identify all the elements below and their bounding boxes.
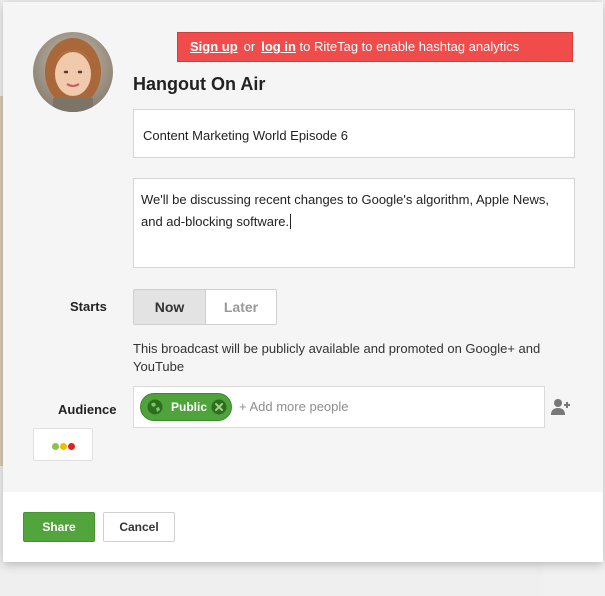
globe-icon	[147, 399, 163, 415]
description-textarea[interactable]: We'll be discussing recent changes to Go…	[133, 178, 575, 268]
add-more-people[interactable]: + Add more people	[239, 387, 349, 427]
text-caret	[290, 214, 292, 229]
description-value: We'll be discussing recent changes to Go…	[141, 192, 549, 229]
dot-red	[68, 443, 75, 450]
event-name-value: Content Marketing World Episode 6	[143, 128, 348, 143]
share-button[interactable]: Share	[23, 512, 95, 542]
dot-green	[52, 443, 59, 450]
avatar	[33, 32, 113, 112]
event-name-input[interactable]: Content Marketing World Episode 6	[133, 109, 575, 158]
starts-label: Starts	[70, 299, 107, 314]
ritetag-dots-button[interactable]	[33, 428, 93, 461]
background-footer	[0, 560, 543, 596]
ritetag-banner: Sign up or log in to RiteTag to enable has…	[177, 32, 573, 62]
starts-now-button[interactable]: Now	[133, 289, 206, 325]
add-person-icon[interactable]	[551, 398, 571, 416]
audience-label: Audience	[58, 402, 117, 417]
dot-yellow	[60, 443, 67, 450]
signup-link[interactable]: Sign up	[190, 39, 238, 54]
close-circle-icon[interactable]	[211, 399, 227, 415]
login-link[interactable]: log in	[261, 39, 296, 54]
banner-text: to RiteTag to enable hashtag analytics	[299, 39, 520, 54]
banner-or: or	[243, 39, 256, 54]
hangout-dialog: Sign up or log in to RiteTag to enable has…	[3, 2, 603, 562]
public-chip[interactable]: Public	[140, 393, 232, 421]
public-chip-label: Public	[171, 400, 208, 414]
cancel-button[interactable]: Cancel	[103, 512, 175, 542]
broadcast-notice: This broadcast will be publicly availabl…	[133, 341, 541, 374]
audience-input[interactable]: Public + Add more people	[133, 386, 545, 428]
starts-later-button[interactable]: Later	[205, 289, 277, 325]
dialog-title: Hangout On Air	[133, 74, 266, 94]
avatar-photo	[33, 32, 113, 112]
